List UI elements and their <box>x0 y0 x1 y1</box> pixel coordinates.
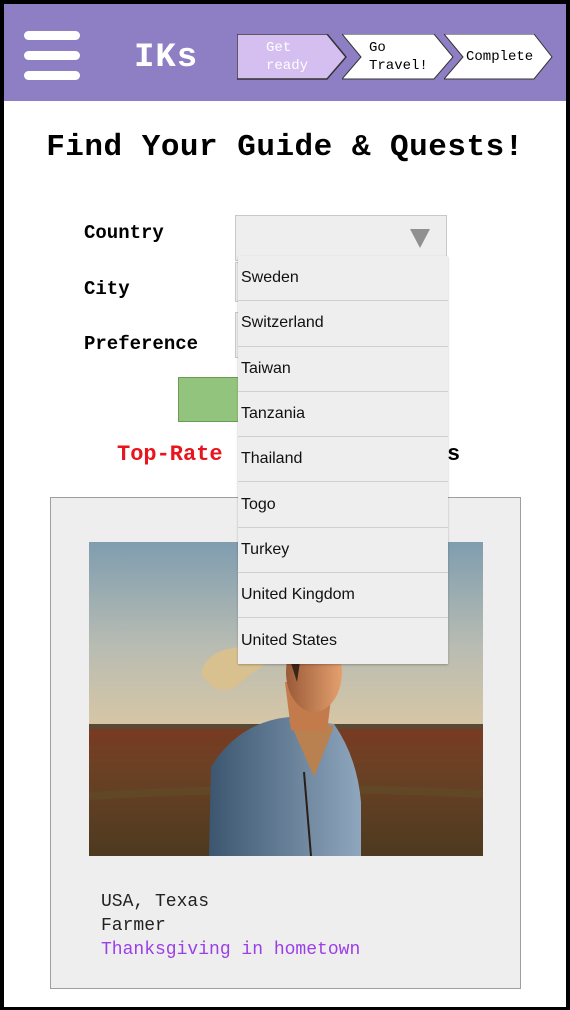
country-option[interactable]: Switzerland <box>238 301 448 347</box>
country-option[interactable]: United Kingdom <box>238 573 448 619</box>
app-header: IKs Get ready Go Travel! Complete <box>4 4 566 101</box>
preference-label: Preference <box>84 333 199 355</box>
step-label: Get ready <box>266 40 309 74</box>
dropdown-arrow-icon <box>410 229 430 248</box>
step-complete[interactable]: Complete <box>444 34 554 80</box>
guide-quest-link[interactable]: Thanksgiving in hometown <box>101 938 360 962</box>
app-brand: IKs <box>134 39 199 77</box>
top-rated-heading: Top-Rate <box>117 442 223 467</box>
country-option[interactable]: Turkey <box>238 528 448 574</box>
country-option[interactable]: Togo <box>238 482 448 528</box>
city-label: City <box>84 278 130 300</box>
guide-occupation: Farmer <box>101 916 166 936</box>
country-option[interactable]: Taiwan <box>238 347 448 392</box>
country-option[interactable]: Tanzania <box>238 392 448 438</box>
step-go-travel[interactable]: Go Travel! <box>342 34 454 80</box>
country-option[interactable]: United States <box>238 618 448 663</box>
country-option[interactable]: Thailand <box>238 437 448 483</box>
country-option[interactable]: Sweden <box>238 256 448 302</box>
guide-location: USA, Texas <box>101 892 210 912</box>
top-rated-heading-end: s <box>447 442 461 467</box>
step-label: Complete <box>466 49 534 65</box>
country-dropdown-list: Sweden Switzerland Taiwan Tanzania Thail… <box>238 256 448 664</box>
page-title: Find Your Guide & Quests! <box>46 130 524 165</box>
step-label: Go Travel! <box>369 40 428 74</box>
menu-icon[interactable] <box>24 31 80 81</box>
search-button[interactable] <box>178 377 240 422</box>
country-select[interactable] <box>235 215 447 261</box>
country-label: Country <box>84 222 164 244</box>
step-get-ready[interactable]: Get ready <box>237 34 347 80</box>
